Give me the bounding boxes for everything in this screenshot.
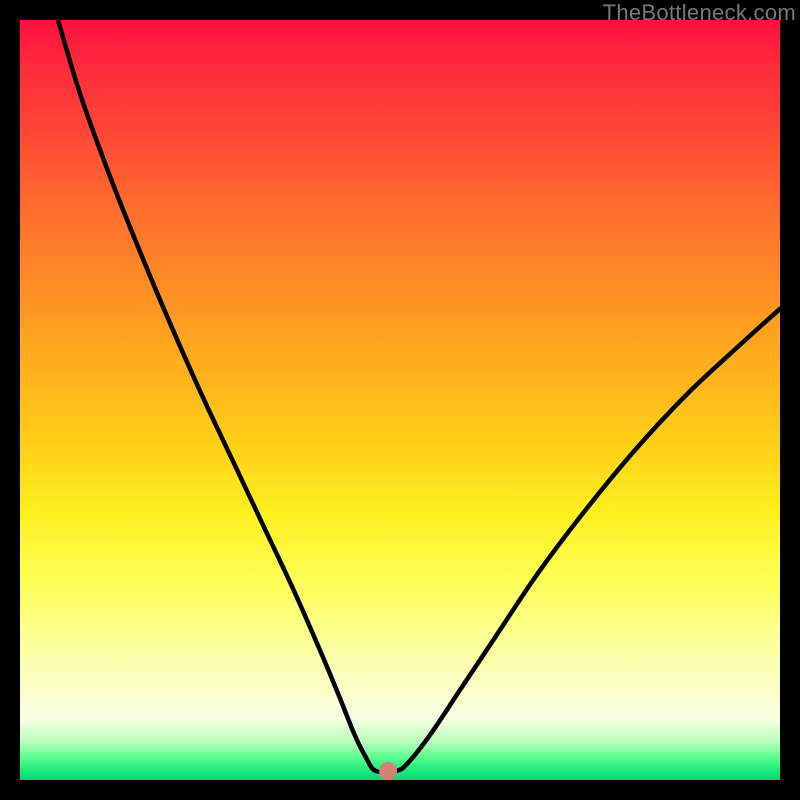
optimal-point-marker [379,762,397,780]
chart-stage: TheBottleneck.com [0,0,800,800]
plot-area [20,20,780,780]
bottleneck-curve [20,20,780,780]
watermark-text: TheBottleneck.com [603,0,796,26]
